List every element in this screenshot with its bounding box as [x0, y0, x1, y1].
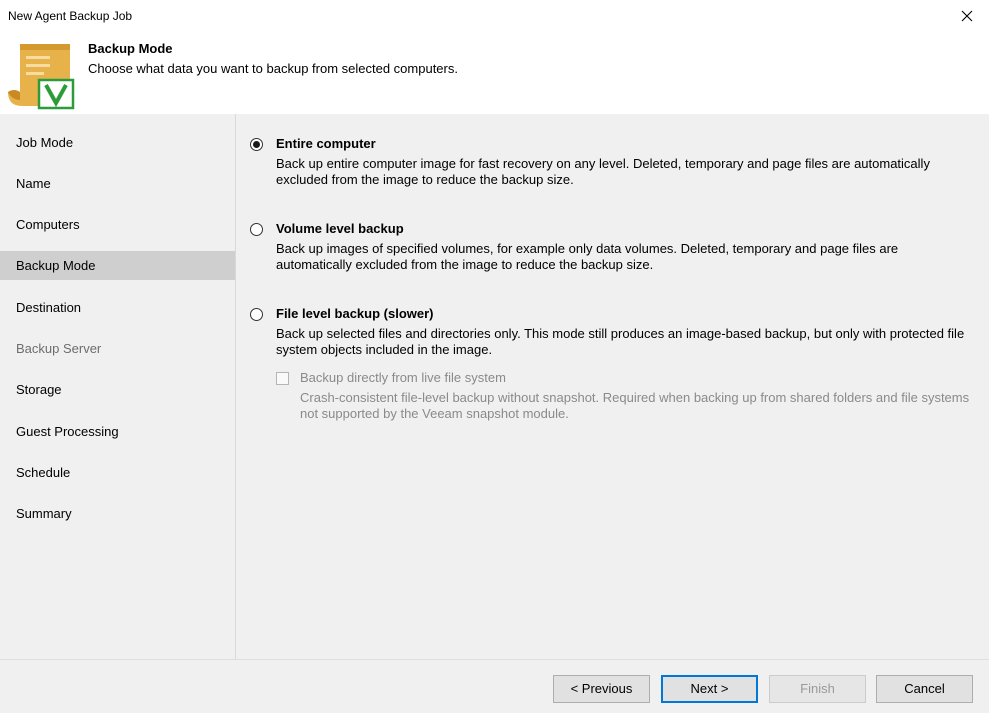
- sidebar-item-backup-server: Backup Server: [16, 341, 102, 356]
- wizard-header: Backup Mode Choose what data you want to…: [0, 34, 989, 114]
- sidebar-item-guest-processing[interactable]: Guest Processing: [0, 417, 235, 446]
- wizard-steps-sidebar: Job Mode Name Computers Backup Mode Dest…: [0, 114, 236, 659]
- volume-level-radio[interactable]: [250, 223, 263, 236]
- sidebar-item-schedule[interactable]: Schedule: [0, 458, 235, 487]
- live-file-system-description: Crash-consistent file-level backup witho…: [300, 390, 970, 421]
- close-button[interactable]: [945, 0, 989, 32]
- entire-computer-label[interactable]: Entire computer: [276, 136, 376, 151]
- window-title: New Agent Backup Job: [8, 9, 133, 23]
- volume-level-description: Back up images of specified volumes, for…: [276, 241, 899, 272]
- cancel-button[interactable]: Cancel: [876, 675, 973, 703]
- entire-computer-radio[interactable]: [250, 138, 263, 151]
- finish-button: Finish: [769, 675, 866, 703]
- file-level-radio[interactable]: [250, 308, 263, 321]
- page-subtitle: Choose what data you want to backup from…: [88, 61, 458, 76]
- entire-computer-description: Back up entire computer image for fast r…: [276, 156, 930, 187]
- backup-mode-panel: Entire computer Back up entire computer …: [236, 114, 989, 659]
- live-file-system-label: Backup directly from live file system: [300, 370, 506, 385]
- close-icon: [961, 10, 973, 22]
- title-bar: New Agent Backup Job: [0, 0, 989, 34]
- sidebar-item-storage[interactable]: Storage: [0, 375, 235, 404]
- sidebar-item-destination[interactable]: Destination: [0, 293, 235, 322]
- scroll-check-icon: [8, 44, 75, 110]
- next-button[interactable]: Next >: [661, 675, 758, 703]
- sidebar-item-job-mode[interactable]: Job Mode: [0, 128, 235, 157]
- file-level-label[interactable]: File level backup (slower): [276, 306, 434, 321]
- sidebar-item-computers[interactable]: Computers: [0, 210, 235, 239]
- sidebar-item-summary[interactable]: Summary: [0, 499, 235, 528]
- sidebar-item-backup-mode[interactable]: Backup Mode: [0, 251, 235, 280]
- sidebar-item-name[interactable]: Name: [0, 169, 235, 198]
- file-level-description: Back up selected files and directories o…: [276, 326, 965, 357]
- live-file-system-checkbox[interactable]: [276, 372, 289, 385]
- page-title: Backup Mode: [88, 41, 173, 56]
- volume-level-label[interactable]: Volume level backup: [276, 221, 404, 236]
- wizard-footer: < Previous Next > Finish Cancel: [0, 659, 989, 713]
- previous-button[interactable]: < Previous: [553, 675, 650, 703]
